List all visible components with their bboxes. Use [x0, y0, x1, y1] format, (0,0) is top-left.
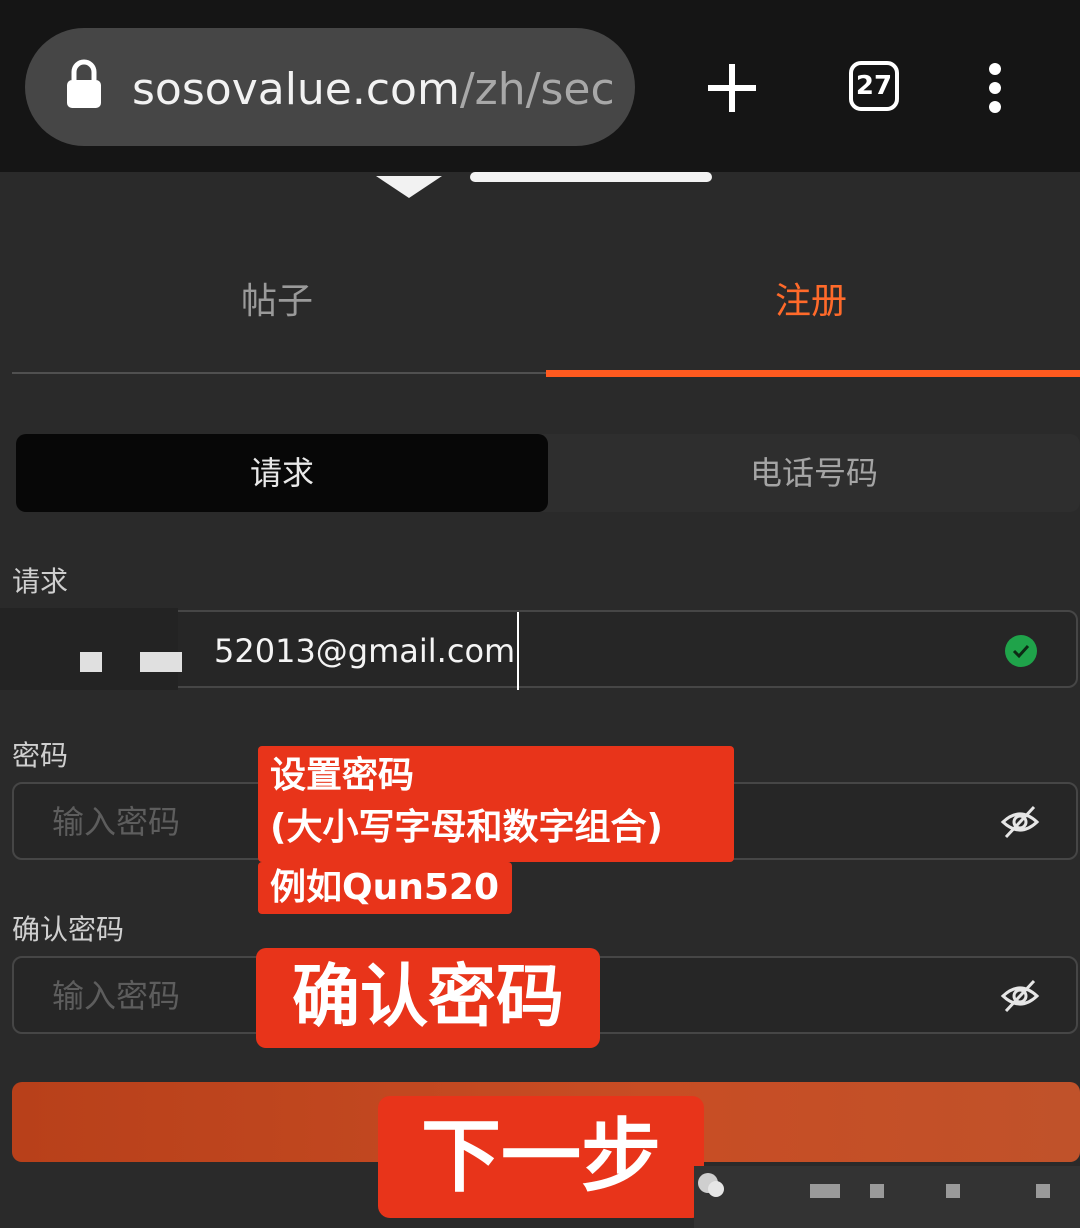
password-label: 密码: [12, 739, 69, 772]
email-label: 请求: [12, 565, 69, 598]
watermark: [694, 1166, 1080, 1228]
new-tab-icon[interactable]: [706, 62, 758, 114]
password-placeholder: 输入密码: [52, 803, 181, 841]
eye-off-icon[interactable]: [1000, 978, 1040, 1014]
segment-email[interactable]: 请求: [16, 434, 548, 512]
password-hint-line2: (大小写字母和数字组合): [270, 807, 663, 848]
eye-off-icon[interactable]: [1000, 804, 1040, 840]
tab-register[interactable]: 注册: [546, 272, 1076, 332]
confirm-password-annotation: 确认密码: [256, 948, 600, 1048]
confirm-password-label: 确认密码: [12, 913, 125, 946]
tab-divider: [12, 372, 546, 374]
lock-icon: [67, 59, 101, 108]
watermark-mark: [1036, 1184, 1050, 1198]
url-text[interactable]: sosovalue.com/zh/sec: [132, 60, 612, 120]
watermark-mark: [946, 1184, 960, 1198]
signup-method-toggle: 请求 电话号码: [16, 434, 1080, 512]
valid-check-icon: [1005, 635, 1037, 667]
watermark-mark: [810, 1184, 840, 1198]
watermark-mark: [870, 1184, 884, 1198]
wechat-icon: [698, 1173, 724, 1197]
browser-toolbar: sosovalue.com/zh/sec 27: [0, 0, 1080, 172]
redaction-mark: [140, 652, 182, 672]
next-step-annotation: 下一步: [378, 1096, 704, 1218]
site-logo: [376, 172, 712, 198]
password-hint-example: 例如Qun520: [258, 862, 512, 914]
redaction-mark: [80, 652, 102, 672]
active-tab-indicator: [546, 370, 1080, 377]
tab-posts[interactable]: 帖子: [12, 272, 542, 332]
email-value: 52013@gmail.com: [214, 612, 520, 690]
password-hint-line1: 设置密码: [270, 755, 415, 796]
url-path: /zh/sec: [459, 64, 612, 115]
tab-switcher-button[interactable]: 27: [849, 61, 899, 111]
url-host: sosovalue.com: [132, 64, 460, 115]
redacted-area: [0, 608, 182, 690]
password-hint-annotation: 设置密码 (大小写字母和数字组合): [258, 746, 734, 862]
confirm-password-placeholder: 输入密码: [52, 977, 181, 1015]
more-menu-icon[interactable]: [982, 62, 1008, 114]
segment-phone[interactable]: 电话号码: [548, 434, 1080, 512]
